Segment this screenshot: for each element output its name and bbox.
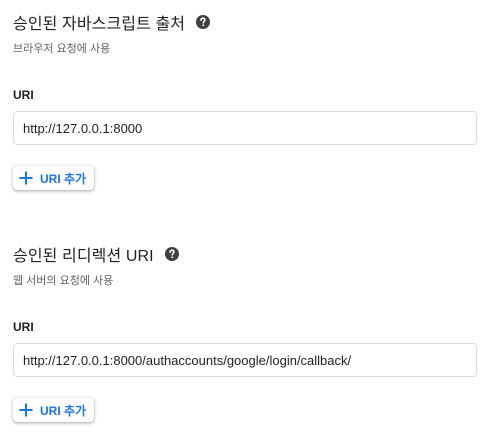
redirect-uris-uri-label: URI — [13, 320, 34, 334]
js-origins-title: 승인된 자바스크립트 출처 — [13, 16, 186, 33]
plus-icon — [19, 171, 33, 185]
js-origins-heading-row: 승인된 자바스크립트 출처 — [13, 8, 477, 36]
redirect-uris-heading-row: 승인된 리디렉션 URI — [13, 240, 477, 268]
js-origin-uri-input[interactable] — [13, 111, 477, 145]
redirect-uris-subtitle: 웹 서버의 요청에 사용 — [13, 275, 114, 287]
js-origins-uri-label: URI — [13, 88, 34, 102]
authorized-redirect-uris-section: 승인된 리디렉션 URI 웹 서버의 요청에 사용 URI URI 추가 — [13, 240, 477, 422]
add-redirect-uri-button[interactable]: URI 추가 — [13, 398, 95, 422]
add-redirect-uri-label: URI 추가 — [40, 403, 87, 418]
authorized-js-origins-section: 승인된 자바스크립트 출처 브라우저 요청에 사용 URI URI 추가 — [13, 8, 477, 190]
plus-icon — [19, 403, 33, 417]
add-js-origin-uri-button[interactable]: URI 추가 — [13, 166, 95, 190]
redirect-uris-title: 승인된 리디렉션 URI — [13, 248, 154, 265]
add-js-origin-uri-label: URI 추가 — [40, 171, 87, 186]
help-circle-icon[interactable] — [164, 246, 180, 262]
js-origins-subtitle: 브라우저 요청에 사용 — [13, 43, 111, 55]
help-circle-icon[interactable] — [195, 14, 211, 30]
redirect-uri-input[interactable] — [13, 343, 477, 377]
